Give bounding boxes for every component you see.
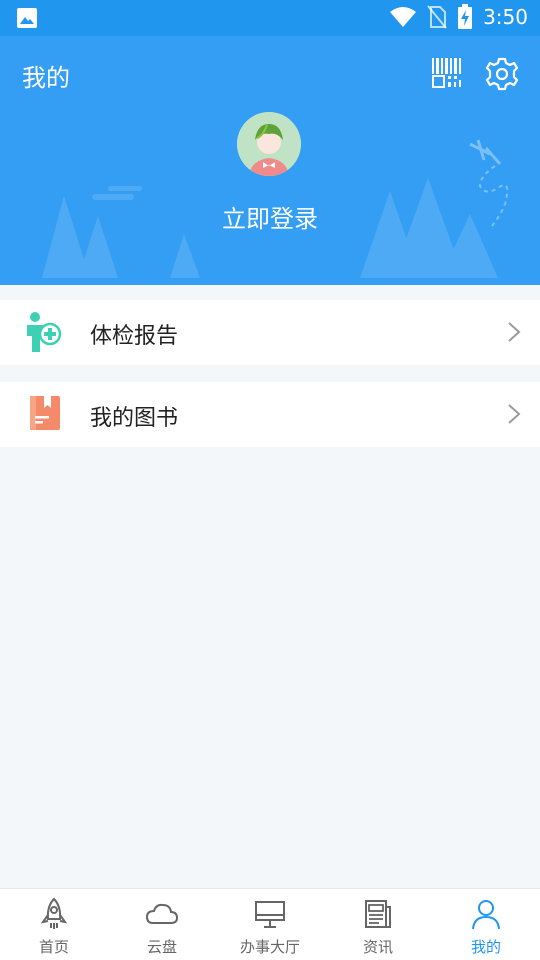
tab-label: 资讯 <box>362 938 393 956</box>
avatar[interactable] <box>237 112 301 176</box>
battery-charging-icon <box>458 4 473 29</box>
status-bar: 3:50 <box>0 0 540 36</box>
chevron-right-icon <box>508 322 521 342</box>
menu-item-label: 体检报告 <box>90 324 179 349</box>
menu-item-health-report[interactable]: 体检报告 <box>0 300 540 365</box>
tab-label: 首页 <box>38 938 69 956</box>
health-report-icon <box>27 312 62 352</box>
bottom-tab-bar: 首页 云盘 办事大厅 资讯 我的 <box>0 888 540 960</box>
login-button[interactable]: 立即登录 <box>0 199 540 234</box>
avatar-image <box>237 112 301 176</box>
status-time: 3:50 <box>483 5 528 29</box>
book-icon <box>30 396 60 430</box>
no-sim-icon <box>427 5 447 29</box>
tab-label: 办事大厅 <box>239 938 300 956</box>
profile-header: 我的 立即登录 <box>0 36 540 285</box>
tab-label: 云盘 <box>146 938 177 956</box>
scan-qr-icon[interactable] <box>430 56 464 90</box>
wifi-icon <box>390 7 417 27</box>
menu-item-label: 我的图书 <box>90 406 179 431</box>
tab-mine[interactable]: 我的 <box>432 889 540 960</box>
person-icon <box>472 900 500 930</box>
tab-cloud[interactable]: 云盘 <box>108 889 216 960</box>
rocket-icon <box>40 897 68 929</box>
newspaper-icon <box>365 900 391 928</box>
settings-gear-icon[interactable] <box>484 56 520 92</box>
monitor-icon <box>255 901 285 928</box>
cloud-icon <box>145 903 179 924</box>
tab-service-hall[interactable]: 办事大厅 <box>216 889 324 960</box>
tab-label: 我的 <box>470 938 501 956</box>
menu-item-my-books[interactable]: 我的图书 <box>0 382 540 447</box>
chevron-right-icon <box>508 404 521 424</box>
page-title: 我的 <box>22 64 70 92</box>
gallery-icon <box>17 8 37 28</box>
tab-news[interactable]: 资讯 <box>324 889 432 960</box>
tab-home[interactable]: 首页 <box>0 889 108 960</box>
